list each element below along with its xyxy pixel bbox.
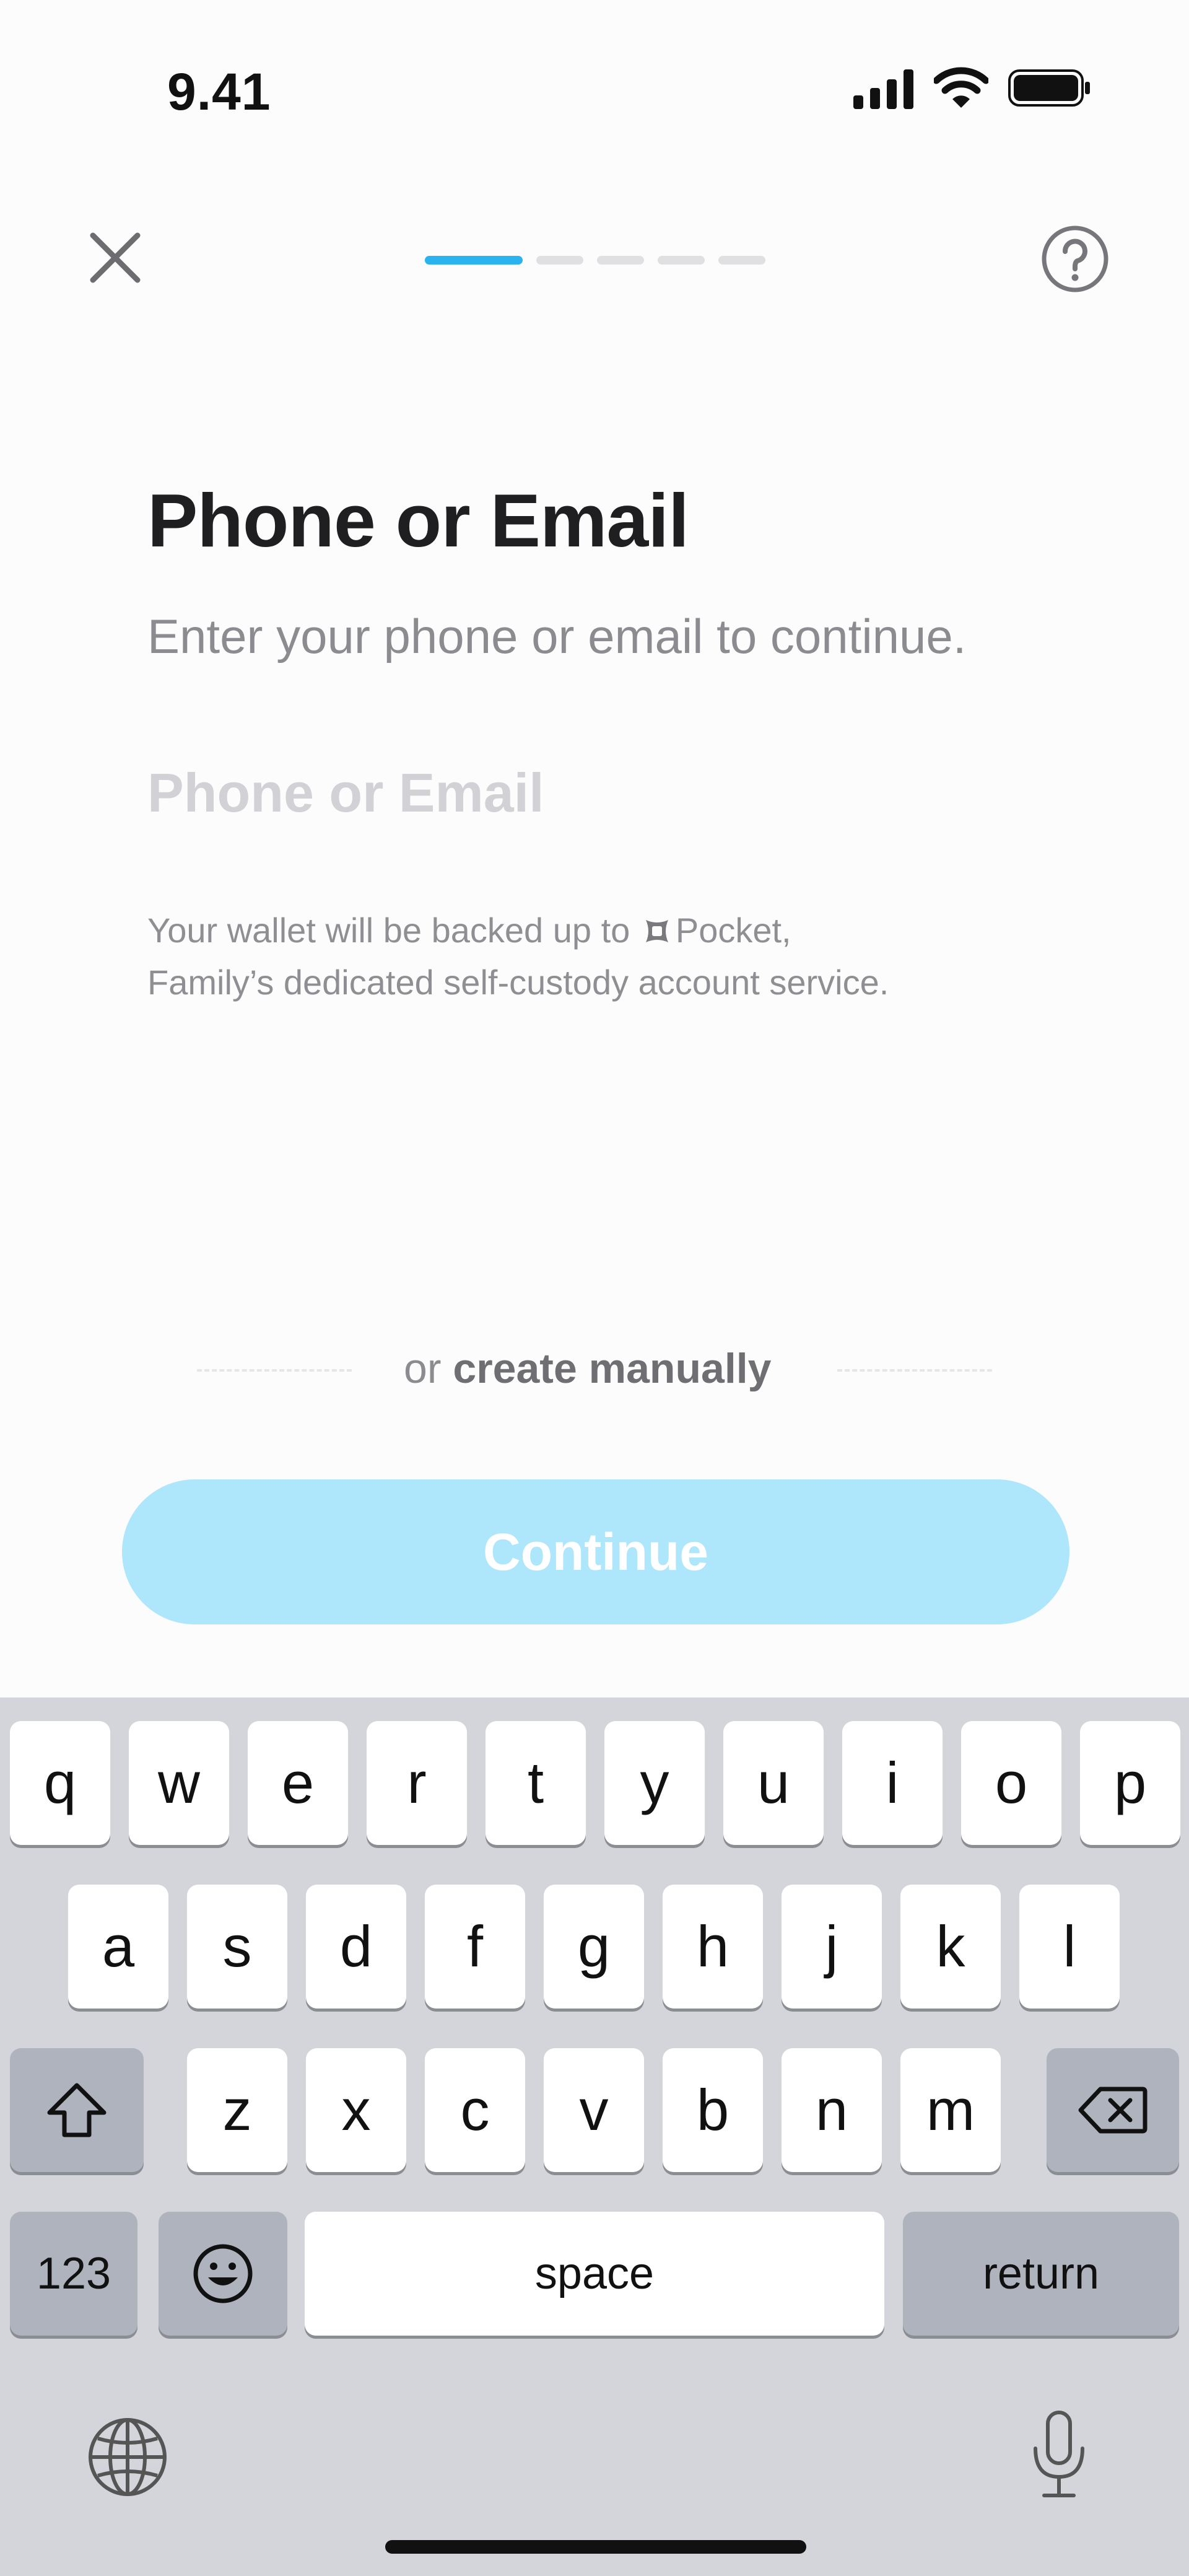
- phone-email-field[interactable]: [147, 756, 1039, 830]
- divider-right: [837, 1369, 992, 1372]
- progress-step-3: [597, 256, 644, 265]
- key-o[interactable]: o: [961, 1721, 1061, 1845]
- key-j[interactable]: j: [782, 1885, 882, 2009]
- key-l[interactable]: l: [1019, 1885, 1120, 2009]
- key-b[interactable]: b: [663, 2048, 763, 2172]
- return-key[interactable]: return: [903, 2212, 1179, 2336]
- progress-step-1: [425, 256, 523, 265]
- backspace-key[interactable]: [1047, 2048, 1179, 2172]
- key-w[interactable]: w: [129, 1721, 229, 1845]
- shift-key[interactable]: [10, 2048, 144, 2172]
- help-icon[interactable]: [1040, 224, 1110, 294]
- key-e[interactable]: e: [248, 1721, 348, 1845]
- key-t[interactable]: t: [486, 1721, 586, 1845]
- wifi-icon: [934, 67, 988, 108]
- shift-icon: [47, 2083, 107, 2137]
- cellular-signal-icon: [853, 69, 913, 109]
- progress-step-5: [718, 256, 765, 265]
- key-z[interactable]: z: [187, 2048, 287, 2172]
- progress-step-2: [536, 256, 583, 265]
- pocket-icon: [645, 920, 668, 942]
- close-icon[interactable]: [87, 229, 144, 286]
- numbers-key[interactable]: 123: [10, 2212, 137, 2336]
- key-i[interactable]: i: [842, 1721, 943, 1845]
- phone-email-input[interactable]: [147, 756, 1039, 830]
- battery-icon: [1008, 69, 1090, 107]
- status-time: 9.41: [167, 63, 271, 121]
- key-q[interactable]: q: [10, 1721, 110, 1845]
- backup-note: Your wallet will be backed up to Pocket,…: [147, 905, 1089, 1009]
- key-k[interactable]: k: [900, 1885, 1001, 2009]
- emoji-icon: [193, 2244, 253, 2303]
- page-title: Phone or Email: [147, 478, 689, 563]
- backup-note-line2: Family’s dedicated self-custody account …: [147, 963, 889, 1002]
- or-text: or: [404, 1345, 442, 1392]
- divider-left: [197, 1369, 352, 1372]
- backup-note-brand: Pocket,: [675, 911, 791, 950]
- key-r[interactable]: r: [367, 1721, 467, 1845]
- continue-button[interactable]: Continue: [122, 1479, 1069, 1624]
- microphone-icon[interactable]: [1030, 2410, 1087, 2500]
- key-v[interactable]: v: [544, 2048, 644, 2172]
- key-y[interactable]: y: [604, 1721, 705, 1845]
- key-a[interactable]: a: [68, 1885, 168, 2009]
- key-m[interactable]: m: [900, 2048, 1001, 2172]
- key-p[interactable]: p: [1080, 1721, 1180, 1845]
- key-d[interactable]: d: [306, 1885, 406, 2009]
- progress-step-4: [658, 256, 705, 265]
- page-subtitle: Enter your phone or email to continue.: [147, 609, 967, 664]
- backspace-icon: [1078, 2087, 1148, 2134]
- key-x[interactable]: x: [306, 2048, 406, 2172]
- keyboard: q w e r t y u i o p a s d f g h j k l z …: [0, 1698, 1189, 2576]
- backup-note-prefix: Your wallet will be backed up to: [147, 911, 630, 950]
- key-f[interactable]: f: [425, 1885, 525, 2009]
- key-g[interactable]: g: [544, 1885, 644, 2009]
- key-u[interactable]: u: [723, 1721, 824, 1845]
- key-c[interactable]: c: [425, 2048, 525, 2172]
- create-manually-link[interactable]: create manually: [453, 1345, 771, 1392]
- key-s[interactable]: s: [187, 1885, 287, 2009]
- space-key[interactable]: space: [305, 2212, 884, 2336]
- emoji-key[interactable]: [159, 2212, 287, 2336]
- globe-icon[interactable]: [87, 2416, 168, 2498]
- create-manually-row[interactable]: or create manually: [404, 1344, 771, 1393]
- key-n[interactable]: n: [782, 2048, 882, 2172]
- home-indicator[interactable]: [385, 2540, 806, 2554]
- key-h[interactable]: h: [663, 1885, 763, 2009]
- backup-note-line1: Your wallet will be backed up to Pocket,: [147, 905, 1089, 957]
- progress-indicator: [425, 256, 765, 265]
